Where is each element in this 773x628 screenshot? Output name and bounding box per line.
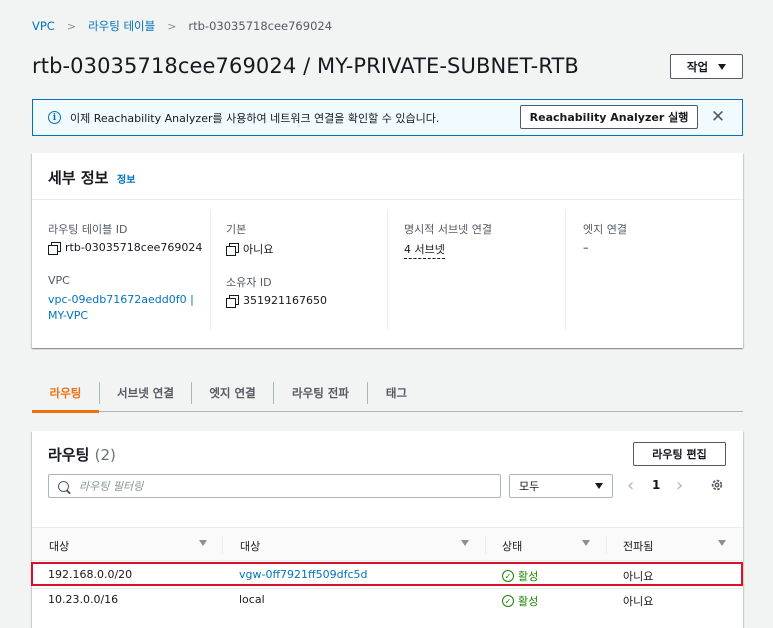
close-icon[interactable]: ✕ (710, 107, 726, 127)
routes-table-header: 대상 대상 상태 전파됨 (32, 527, 743, 561)
column-divider (485, 536, 486, 554)
gear-icon[interactable] (710, 478, 724, 492)
routes-title-text: 라우팅 (48, 446, 90, 464)
routes-title: 라우팅 (2) (48, 444, 116, 465)
details-title: 세부 정보 (48, 169, 109, 187)
edge-association-label: 엣지 연결 (583, 223, 627, 236)
details-panel: 세부 정보 정보 라우팅 테이블 ID rtb-03035718cee76902… (32, 153, 743, 348)
tab-routes[interactable]: 라우팅 (32, 374, 99, 413)
caret-down-icon (595, 483, 603, 489)
explicit-subnet-text[interactable]: 4 서브넷 (404, 241, 445, 259)
column-header-status[interactable]: 상태 (502, 538, 522, 554)
column-divider (222, 536, 223, 554)
chevron-right-icon: > (66, 19, 77, 33)
owner-id-text: 351921167650 (243, 294, 327, 307)
chevron-right-icon[interactable]: › (676, 475, 683, 496)
tab-edge-associations[interactable]: 엣지 연결 (192, 374, 273, 412)
route-destination: 10.23.0.0/16 (48, 593, 119, 606)
explicit-subnet-label: 명시적 서브넷 연결 (404, 223, 492, 236)
main-value-text: 아니요 (243, 243, 274, 256)
breadcrumb-vpc-link[interactable]: VPC (32, 19, 55, 33)
column-divider (606, 536, 607, 554)
route-table-id-value: rtb-03035718cee769024 (48, 241, 203, 255)
route-filter-select[interactable]: 모두 (509, 474, 613, 498)
column-divider (210, 210, 211, 330)
page-number[interactable]: 1 (652, 478, 660, 492)
run-reachability-analyzer-button[interactable]: Reachability Analyzer 실행 (520, 105, 698, 129)
column-divider (565, 210, 566, 330)
explicit-subnet-value[interactable]: 4 서브넷 (404, 241, 445, 259)
search-icon (58, 480, 69, 492)
chevron-left-icon[interactable]: ‹ (627, 475, 634, 496)
column-header-target[interactable]: 대상 (240, 538, 260, 554)
vpc-name-link[interactable]: MY-VPC (48, 309, 88, 322)
column-header-destination[interactable]: 대상 (49, 538, 69, 554)
route-table-id-label: 라우팅 테이블 ID (48, 223, 128, 236)
select-value: 모두 (519, 480, 540, 493)
column-header-propagated[interactable]: 전파됨 (623, 538, 653, 554)
tab-bar: 라우팅 서브넷 연결 엣지 연결 라우팅 전파 태그 (32, 374, 743, 413)
route-propagated: 아니요 (623, 595, 654, 608)
column-divider (387, 210, 388, 330)
breadcrumb-current: rtb-03035718cee769024 (188, 19, 333, 33)
main-value: 아니요 (226, 241, 273, 257)
edge-association-value: – (583, 241, 589, 254)
actions-label: 작업 (686, 59, 709, 74)
copy-icon[interactable] (48, 241, 61, 255)
edit-routes-button[interactable]: 라우팅 편집 (633, 442, 726, 466)
breadcrumb-route-tables-link[interactable]: 라우팅 테이블 (88, 18, 155, 34)
vpc-label: VPC (48, 274, 70, 287)
route-status-text: 활성 (518, 595, 539, 608)
route-status: ✓ 활성 (502, 593, 538, 609)
sort-icon[interactable] (582, 540, 590, 546)
sort-icon[interactable] (718, 540, 726, 546)
banner-text: 이제 Reachability Analyzer를 사용하여 네트워크 연결을 … (70, 111, 440, 125)
details-header: 세부 정보 정보 (32, 153, 743, 200)
chevron-right-icon: > (167, 19, 177, 33)
table-row[interactable]: 10.23.0.0/16 local ✓ 활성 아니요 (32, 587, 743, 613)
route-filter-input[interactable]: 라우팅 필터링 (48, 474, 501, 498)
caret-down-icon (718, 63, 727, 70)
owner-id-label: 소유자 ID (226, 276, 272, 289)
details-info-link[interactable]: 정보 (117, 171, 135, 186)
row-highlight-box (31, 562, 743, 586)
vpc-link[interactable]: vpc-09edb71672aedd0f0 | (48, 293, 194, 306)
sort-icon[interactable] (461, 540, 469, 546)
route-table-id-text: rtb-03035718cee769024 (65, 241, 203, 254)
owner-id-value: 351921167650 (226, 294, 327, 308)
tab-tags[interactable]: 태그 (368, 374, 425, 412)
copy-icon[interactable] (226, 294, 239, 308)
tab-subnet-associations[interactable]: 서브넷 연결 (100, 374, 191, 412)
actions-dropdown-button[interactable]: 작업 (670, 54, 743, 79)
sort-icon[interactable] (199, 540, 207, 546)
filter-placeholder: 라우팅 필터링 (79, 480, 144, 493)
check-circle-icon: ✓ (502, 595, 514, 607)
route-target: local (239, 593, 265, 606)
page-title: rtb-03035718cee769024 / MY-PRIVATE-SUBNE… (32, 54, 579, 78)
main-label: 기본 (226, 223, 247, 236)
copy-icon[interactable] (226, 243, 239, 256)
info-icon: i (48, 111, 61, 124)
breadcrumb: VPC > 라우팅 테이블 > rtb-03035718cee769024 (32, 18, 332, 34)
routes-count: (2) (94, 446, 116, 464)
tab-route-propagation[interactable]: 라우팅 전파 (274, 374, 367, 412)
